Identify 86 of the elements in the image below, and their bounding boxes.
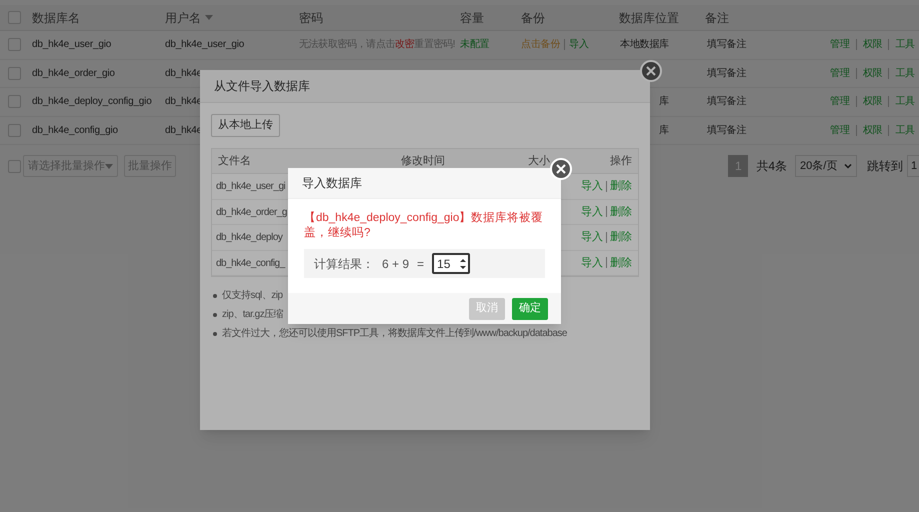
note-text: zip、tar.gz压缩 — [222, 308, 284, 322]
note-link[interactable]: 填写备注 — [707, 68, 746, 79]
table-cell-text: 库 — [658, 94, 669, 110]
note-link[interactable]: 填写备注 — [707, 124, 746, 136]
equals-sign: = — [417, 256, 424, 272]
action-link[interactable]: 导入 — [581, 204, 603, 220]
dialog-title: 导入数据库 — [302, 175, 362, 192]
action-link[interactable]: 工具 — [895, 66, 915, 81]
chevron-down-icon — [844, 164, 852, 168]
note-link[interactable]: 填写备注 — [707, 39, 746, 50]
warning-message: 【db_hk4e_deploy_config_gio】数据库将被覆盖，继续吗? — [304, 211, 544, 241]
checkbox[interactable] — [8, 95, 21, 108]
action-link[interactable]: 管理 — [830, 122, 850, 138]
page-total: 共4条 — [755, 158, 788, 175]
action-link[interactable]: 管理 — [830, 37, 850, 52]
table-cell-text: 本地数据库 — [619, 38, 669, 52]
action-link[interactable]: 管理 — [830, 94, 850, 110]
action-link[interactable]: 权限 — [862, 37, 882, 52]
action-link[interactable]: 管理 — [830, 66, 850, 81]
column-header: 操作 — [610, 154, 632, 167]
table-cell: db_hk4e_user_gio — [165, 39, 244, 50]
calc-label: 计算结果： — [314, 256, 374, 272]
action-link[interactable]: 删除 — [610, 204, 632, 220]
column-header: 修改时间 — [401, 154, 445, 167]
column-header: 备注 — [705, 10, 729, 26]
table-cell: db_hk4e_deploy_config_gio — [32, 96, 152, 108]
checkbox[interactable] — [8, 124, 21, 137]
bullet-icon — [213, 332, 217, 336]
action-link[interactable]: 权限 — [862, 66, 882, 81]
table-cell: db_hk4e_config_gio — [32, 124, 118, 136]
column-header: 文件名 — [218, 154, 251, 167]
backup-link[interactable]: 点击备份 — [521, 37, 560, 52]
action-link[interactable]: 权限 — [862, 122, 882, 138]
action-link[interactable]: 导入 — [581, 229, 603, 246]
column-header: 数据库位置 — [619, 10, 679, 26]
dialog-title: 从文件导入数据库 — [214, 78, 310, 95]
column-header: 密码 — [299, 10, 323, 26]
action-link[interactable]: 工具 — [895, 122, 915, 138]
table-cell-text: 库 — [658, 124, 669, 138]
page-jump-field[interactable]: 1 — [907, 155, 919, 177]
table-cell: db_hk4e — [165, 68, 202, 79]
capacity-status: 未配置 — [460, 39, 490, 50]
import-link[interactable]: 导入 — [569, 37, 589, 52]
checkbox[interactable] — [8, 66, 21, 80]
spinner-arrows-icon — [460, 258, 466, 270]
table-cell: db_hk4e_order_gio — [32, 68, 115, 79]
action-link[interactable]: 工具 — [895, 94, 915, 110]
checkbox[interactable] — [8, 38, 21, 52]
jump-label: 跳转到 — [866, 158, 904, 175]
table-cell: db_hk4e — [165, 96, 202, 108]
table-cell: db_hk4e_user_gio — [32, 39, 112, 50]
sort-icon[interactable] — [205, 15, 213, 20]
calc-expression: 6 + 9 — [382, 256, 410, 272]
caret-icon — [105, 164, 113, 168]
column-header: 大小 — [528, 154, 550, 167]
note-text: 仅支持sql、zip — [222, 288, 283, 303]
reset-password-link[interactable]: 改密 — [395, 39, 414, 50]
checkbox[interactable] — [8, 11, 21, 24]
close-icon — [646, 66, 656, 76]
table-cell: db_hk4e_order_g — [216, 206, 287, 218]
upload-button[interactable]: 从本地上传 — [211, 114, 280, 137]
answer-field[interactable]: 15 — [432, 253, 470, 274]
table-cell: db_hk4e_user_gi — [216, 181, 286, 192]
action-link[interactable]: 导入 — [581, 178, 603, 194]
column-header: 用户名 — [165, 10, 201, 26]
action-link[interactable]: 工具 — [895, 37, 915, 52]
table-cell: db_hk4e — [165, 124, 202, 136]
close-icon — [556, 164, 566, 174]
action-link[interactable]: 删除 — [610, 229, 632, 246]
checkbox[interactable] — [8, 160, 21, 172]
action-link[interactable]: 权限 — [862, 94, 882, 110]
close-button[interactable] — [640, 60, 662, 82]
note-text: 若文件过大，您还可以使用SFTP工具，将数据库文件上传到/www/backup/database — [222, 326, 567, 341]
note-link[interactable]: 填写备注 — [707, 96, 746, 108]
column-header: 备份 — [521, 10, 545, 26]
table-cell: db_hk4e_config_ — [216, 258, 285, 268]
page-size-select[interactable]: 20条/页 — [795, 155, 857, 177]
confirm-button[interactable]: 确定 — [512, 298, 548, 320]
column-header: 容量 — [460, 10, 484, 26]
bullet-icon — [213, 294, 217, 298]
bullet-icon — [213, 312, 217, 316]
action-link[interactable]: 删除 — [610, 178, 632, 194]
action-link[interactable]: 删除 — [610, 254, 632, 271]
column-header: 数据库名 — [32, 10, 80, 26]
action-link[interactable]: 导入 — [581, 254, 603, 271]
table-cell: db_hk4e_deploy — [216, 232, 282, 243]
